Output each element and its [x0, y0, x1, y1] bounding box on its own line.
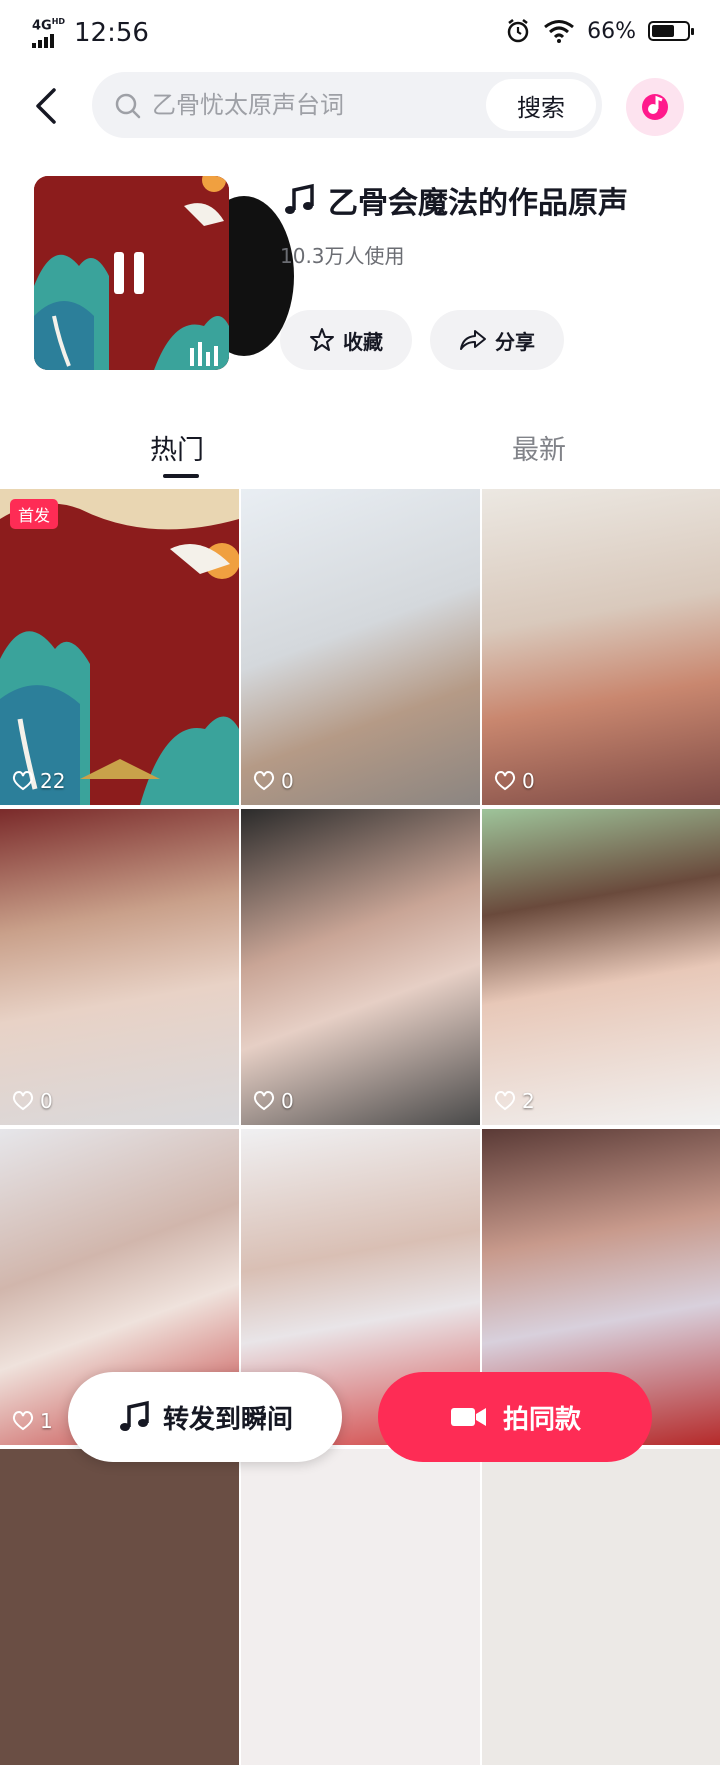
search-icon — [115, 93, 141, 119]
like-count: 22 — [12, 769, 65, 793]
network-type: 4G — [32, 18, 52, 34]
status-bar: 4GHD 12:56 66% — [0, 0, 720, 64]
music-note-icon — [119, 1400, 149, 1431]
back-icon — [36, 88, 56, 124]
shoot-same-label: 拍同款 — [502, 1404, 581, 1435]
like-count: 0 — [12, 1089, 53, 1113]
like-number: 0 — [522, 769, 535, 793]
like-number: 1 — [40, 1409, 53, 1433]
signal-icon — [32, 34, 65, 49]
battery-icon — [648, 21, 694, 41]
heart-icon — [12, 771, 34, 791]
music-app-icon — [642, 94, 668, 120]
heart-icon — [494, 771, 516, 791]
share-to-moment-button[interactable]: 转发到瞬间 — [68, 1372, 342, 1462]
like-count: 0 — [253, 769, 294, 793]
share-icon — [460, 330, 486, 350]
heart-icon — [253, 771, 275, 791]
network-hd: HD — [51, 17, 66, 26]
back-button[interactable] — [22, 80, 70, 132]
heart-icon — [253, 1091, 275, 1111]
wifi-icon — [544, 20, 575, 43]
video-thumbnail[interactable]: 0 — [0, 809, 239, 1125]
heart-icon — [12, 1411, 34, 1431]
video-thumbnail[interactable]: 0 — [241, 489, 480, 805]
favorite-button[interactable]: 收藏 — [280, 310, 412, 370]
video-thumbnail[interactable]: 0 — [482, 489, 720, 805]
heart-icon — [12, 1091, 34, 1111]
music-title: 乙骨会魔法的作品原声 — [328, 186, 628, 221]
tab-latest[interactable]: 最新 — [512, 428, 566, 467]
search-bar[interactable]: 搜索 — [92, 72, 602, 138]
video-thumbnail[interactable] — [0, 1449, 239, 1765]
video-thumbnail[interactable] — [482, 1449, 720, 1765]
like-number: 2 — [522, 1089, 535, 1113]
tab-active-indicator — [163, 474, 199, 478]
equalizer-icon — [190, 342, 218, 366]
clock: 12:56 — [74, 18, 149, 48]
like-number: 0 — [40, 1089, 53, 1113]
music-title-row: 乙骨会魔法的作品原声 — [282, 178, 628, 222]
heart-icon — [494, 1091, 516, 1111]
like-number: 0 — [281, 1089, 294, 1113]
alarm-icon — [507, 19, 529, 43]
like-count: 0 — [253, 1089, 294, 1113]
battery-fill — [652, 25, 674, 37]
music-app-button[interactable] — [626, 78, 684, 136]
like-number: 0 — [281, 769, 294, 793]
like-count: 1 — [12, 1409, 53, 1433]
share-button[interactable]: 分享 — [430, 310, 564, 370]
shoot-same-button[interactable]: 拍同款 — [378, 1372, 652, 1462]
video-thumbnail[interactable] — [241, 1449, 480, 1765]
like-count: 2 — [494, 1089, 535, 1113]
pause-icon — [114, 252, 144, 294]
usage-count: 10.3万人使用 — [280, 244, 405, 268]
thumbnail-image — [0, 489, 239, 805]
like-number: 22 — [40, 769, 66, 793]
search-input[interactable] — [152, 72, 472, 138]
first-release-badge: 首发 — [10, 499, 59, 529]
music-cover[interactable] — [34, 176, 229, 370]
star-icon — [310, 328, 334, 351]
music-note-icon — [285, 183, 314, 214]
video-thumbnail[interactable]: 2 — [482, 809, 720, 1125]
music-cover-area — [34, 176, 294, 370]
like-count: 0 — [494, 769, 535, 793]
video-thumbnail[interactable]: 首发 22 — [0, 489, 239, 805]
share-to-moment-label: 转发到瞬间 — [162, 1404, 293, 1435]
video-thumbnail[interactable]: 0 — [241, 809, 480, 1125]
search-button[interactable]: 搜索 — [486, 79, 596, 131]
share-label: 分享 — [495, 329, 535, 354]
tab-hot[interactable]: 热门 — [150, 428, 204, 467]
battery-percent: 66% — [587, 18, 636, 44]
network-indicator: 4GHD — [32, 16, 66, 49]
status-right: 66% — [505, 18, 694, 44]
camera-icon — [450, 1408, 486, 1426]
favorite-label: 收藏 — [343, 329, 383, 354]
